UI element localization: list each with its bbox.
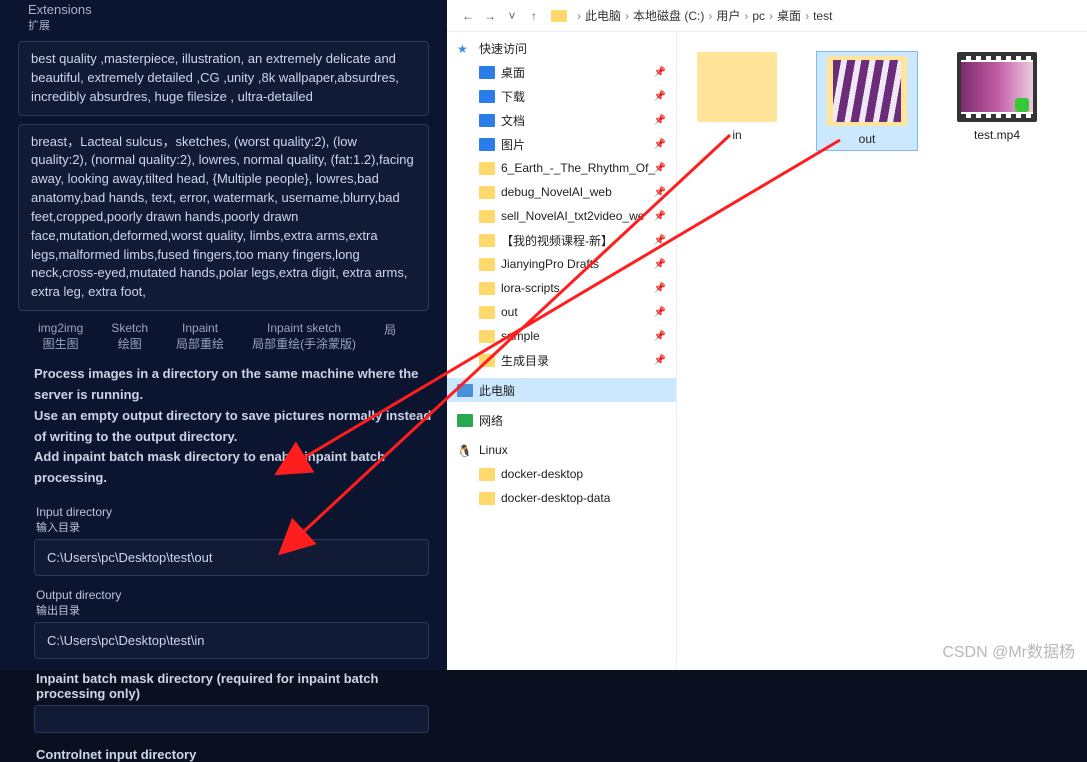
folder-in[interactable]: in <box>687 52 787 142</box>
tree-quick-access[interactable]: ★快速访问 <box>447 36 676 60</box>
tab-img2img[interactable]: img2img图生图 <box>24 321 97 352</box>
tab-inpaint[interactable]: Inpaint局部重绘 <box>162 321 238 352</box>
tree-pictures[interactable]: 图片📌 <box>447 132 676 156</box>
prompt-textarea[interactable]: best quality ,masterpiece, illustration,… <box>18 41 429 116</box>
mode-tabs: img2img图生图 Sketch绘图 Inpaint局部重绘 Inpaint … <box>24 321 447 352</box>
tab-inpaint-sketch[interactable]: Inpaint sketch局部重绘(手涂蒙版) <box>238 321 370 352</box>
nav-tree: ★快速访问 桌面📌 下载📌 文档📌 图片📌 6_Earth_-_The_Rhyt… <box>447 32 677 670</box>
output-dir-field[interactable]: C:\Users\pc\Desktop\test\in <box>34 622 429 659</box>
tree-folder[interactable]: sample📌 <box>447 324 676 348</box>
folder-icon <box>551 10 567 22</box>
tree-network[interactable]: 网络 <box>447 408 676 432</box>
tree-downloads[interactable]: 下载📌 <box>447 84 676 108</box>
sd-webui-panel: Extensions 扩展 best quality ,masterpiece,… <box>0 0 447 670</box>
back-button[interactable]: ← <box>457 9 479 23</box>
controlnet-dir-label: Controlnet input directory <box>0 743 447 762</box>
tree-folder[interactable]: sell_NovelAI_txt2video_we📌 <box>447 204 676 228</box>
mask-dir-label: Inpaint batch mask directory (required f… <box>0 667 447 701</box>
tree-this-pc[interactable]: 此电脑 <box>447 378 676 402</box>
tree-folder[interactable]: docker-desktop-data <box>447 486 676 510</box>
input-dir-field[interactable]: C:\Users\pc\Desktop\test\out <box>34 539 429 576</box>
tree-folder[interactable]: out📌 <box>447 300 676 324</box>
file-video[interactable]: test.mp4 <box>947 52 1047 142</box>
pin-icon: 📌 <box>654 67 666 78</box>
tree-folder[interactable]: 6_Earth_-_The_Rhythm_Of_📌 <box>447 156 676 180</box>
tab-sketch[interactable]: Sketch绘图 <box>97 321 162 352</box>
tree-documents[interactable]: 文档📌 <box>447 108 676 132</box>
folder-icon <box>697 52 777 122</box>
breadcrumb[interactable]: ›此电脑 ›本地磁盘 (C:) ›用户 ›pc ›桌面 ›test <box>551 7 832 24</box>
tree-folder[interactable]: 生成目录📌 <box>447 348 676 372</box>
tab-more[interactable]: 局 <box>370 321 410 352</box>
watermark: CSDN @Mr数据杨 <box>942 638 1075 662</box>
tree-desktop[interactable]: 桌面📌 <box>447 60 676 84</box>
tree-folder[interactable]: lora-scripts📌 <box>447 276 676 300</box>
tree-folder[interactable]: 【我的视频课程-新】📌 <box>447 228 676 252</box>
up-button[interactable]: ↑ <box>523 9 545 23</box>
tree-linux[interactable]: 🐧Linux <box>447 438 676 462</box>
output-dir-label: Output directory输出目录 <box>0 584 447 618</box>
tree-folder[interactable]: debug_NovelAI_web📌 <box>447 180 676 204</box>
tree-folder[interactable]: docker-desktop <box>447 462 676 486</box>
forward-button[interactable]: → <box>479 9 501 23</box>
folder-out[interactable]: out <box>817 52 917 150</box>
file-explorer: ← → ˅ ↑ ›此电脑 ›本地磁盘 (C:) ›用户 ›pc ›桌面 ›tes… <box>447 0 1087 670</box>
video-icon <box>957 52 1037 122</box>
batch-help-text: Process images in a directory on the sam… <box>0 356 447 501</box>
extensions-label-cn: 扩展 <box>28 17 447 33</box>
mask-dir-field[interactable] <box>34 705 429 733</box>
input-dir-label: Input directory输入目录 <box>0 501 447 535</box>
recent-button[interactable]: ˅ <box>501 9 523 23</box>
extensions-label-en: Extensions <box>28 2 92 17</box>
negative-prompt-textarea[interactable]: breast，Lacteal sulcus，sketches, (worst q… <box>18 124 429 312</box>
tree-folder[interactable]: JianyingPro Drafts📌 <box>447 252 676 276</box>
address-bar: ← → ˅ ↑ ›此电脑 ›本地磁盘 (C:) ›用户 ›pc ›桌面 ›tes… <box>447 0 1087 32</box>
extensions-header: Extensions 扩展 <box>0 0 447 33</box>
folder-icon <box>827 56 907 126</box>
file-pane[interactable]: in out test.mp4 <box>677 32 1087 670</box>
